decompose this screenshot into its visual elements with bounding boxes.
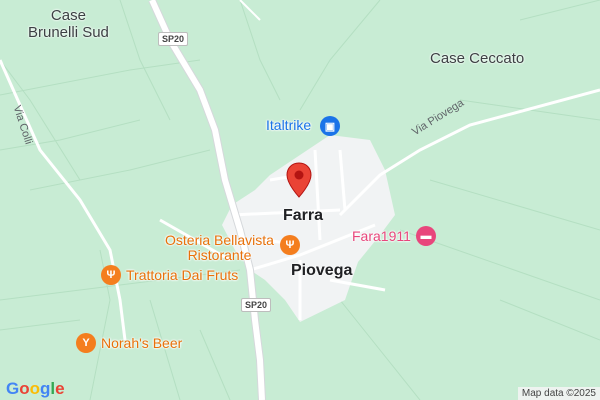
poi-label-osteria-bellavista[interactable]: Osteria Bellavista Ristorante: [165, 232, 274, 264]
place-label-case-brunelli: Case Brunelli Sud: [28, 7, 109, 41]
place-label-farra: Farra: [283, 207, 324, 224]
map-canvas[interactable]: Case Brunelli Sud Case Ceccato Farra Pio…: [0, 0, 600, 400]
fork-knife-icon[interactable]: Ψ: [280, 235, 300, 255]
poi-label-fara1911[interactable]: Fara1911: [352, 228, 411, 244]
bed-icon[interactable]: ▬: [416, 226, 436, 246]
google-logo: Google: [6, 379, 65, 398]
fork-knife-icon[interactable]: Ψ: [101, 265, 121, 285]
place-label-case-ceccato: Case Ceccato: [430, 50, 525, 67]
poi-label-norahs-beer[interactable]: Norah's Beer: [101, 335, 182, 351]
cocktail-icon[interactable]: Y: [76, 333, 96, 353]
shopping-bag-icon[interactable]: ▣: [320, 116, 340, 136]
map-attribution[interactable]: Map data ©2025: [517, 387, 600, 400]
location-pin-icon[interactable]: [286, 162, 312, 198]
road-shield-sp20-top: SP20: [158, 32, 189, 46]
poi-label-italtrike[interactable]: Italtrike: [266, 117, 311, 133]
poi-label-trattoria-dai-fruts[interactable]: Trattoria Dai Fruts: [126, 267, 238, 283]
place-label-piovega: Piovega: [291, 262, 353, 279]
road-shield-sp20-bottom: SP20: [241, 298, 272, 312]
